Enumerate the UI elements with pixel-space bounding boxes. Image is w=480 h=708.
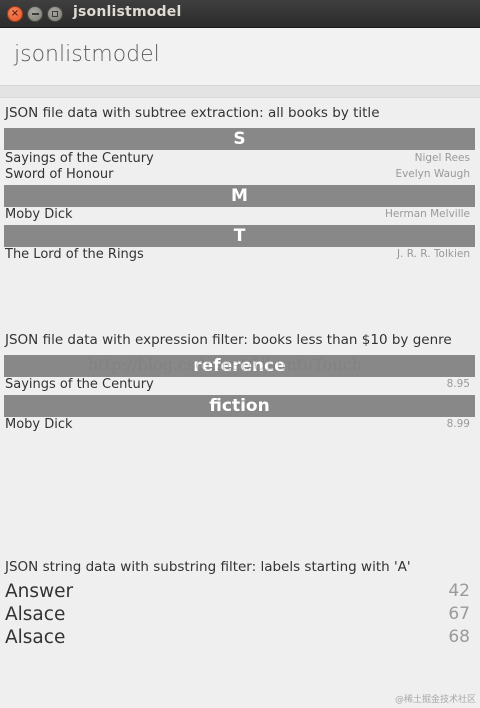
corner-watermark: @稀土掘金技术社区	[394, 695, 476, 705]
list-item[interactable]: Alsace 67	[5, 604, 470, 627]
item-label: Alsace	[5, 627, 66, 648]
item-label: Alsace	[5, 604, 66, 625]
list-item[interactable]: Sword of Honour Evelyn Waugh	[5, 167, 470, 184]
item-value: 68	[448, 627, 470, 647]
book-author: J. R. R. Tolkien	[396, 248, 470, 260]
window-titlebar[interactable]: × jsonlistmodel	[0, 0, 480, 28]
list-item[interactable]: Answer 42	[5, 581, 470, 604]
app-window: × jsonlistmodel jsonlistmodel JSON file …	[0, 0, 480, 708]
page-title: jsonlistmodel	[14, 42, 160, 67]
item-value: 42	[448, 581, 470, 601]
group-header-fiction: fiction	[4, 395, 475, 417]
close-icon[interactable]: ×	[7, 6, 23, 22]
minimize-icon[interactable]	[27, 6, 43, 22]
list-item[interactable]: Sayings of the Century 8.95	[5, 377, 470, 394]
minimize-bar	[31, 13, 39, 15]
list-item[interactable]: Alsace 68	[5, 627, 470, 650]
group-header-m: M	[4, 185, 475, 207]
window-title: jsonlistmodel	[73, 4, 182, 20]
book-title: Sword of Honour	[5, 167, 114, 182]
list-item[interactable]: The Lord of the Rings J. R. R. Tolkien	[5, 247, 470, 264]
maximize-square	[52, 11, 58, 17]
header-divider	[0, 86, 480, 98]
book-price: 8.99	[446, 418, 470, 430]
list-item[interactable]: Sayings of the Century Nigel Rees	[5, 151, 470, 168]
book-author: Herman Melville	[384, 208, 470, 220]
section1-caption: JSON file data with subtree extraction: …	[5, 105, 380, 121]
book-title: Moby Dick	[5, 417, 73, 432]
book-title: Sayings of the Century	[5, 151, 154, 166]
section2-caption: JSON file data with expression filter: b…	[5, 332, 452, 348]
list-item[interactable]: Moby Dick 8.99	[5, 417, 470, 434]
book-author: Nigel Rees	[414, 152, 470, 164]
book-author: Evelyn Waugh	[395, 168, 470, 180]
close-glyph: ×	[10, 8, 20, 19]
book-price: 8.95	[446, 378, 470, 390]
app-header: jsonlistmodel	[0, 28, 480, 86]
maximize-icon[interactable]	[47, 6, 63, 22]
item-label: Answer	[5, 581, 74, 602]
book-title: Sayings of the Century	[5, 377, 154, 392]
group-header-reference: reference	[4, 355, 475, 377]
book-title: The Lord of the Rings	[5, 247, 144, 262]
group-header-t: T	[4, 225, 475, 247]
list-item[interactable]: Moby Dick Herman Melville	[5, 207, 470, 224]
item-value: 67	[448, 604, 470, 624]
book-title: Moby Dick	[5, 207, 73, 222]
section3-caption: JSON string data with substring filter: …	[5, 559, 411, 575]
group-header-s: S	[4, 128, 475, 150]
